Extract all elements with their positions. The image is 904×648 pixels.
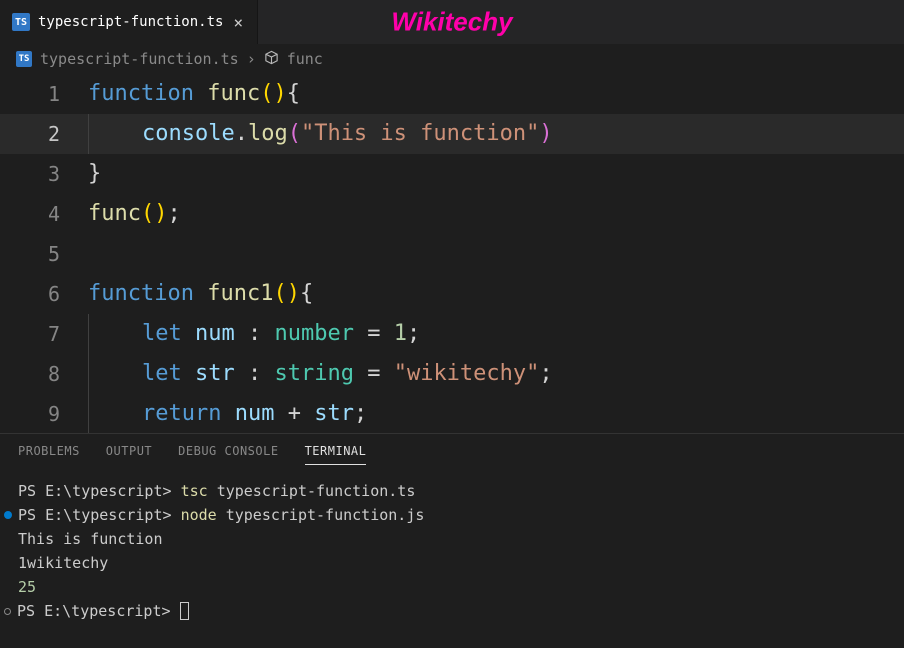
terminal-line: PS E:\typescript> tsc typescript-functio… — [18, 479, 886, 503]
terminal-line: 1wikitechy — [18, 551, 886, 575]
breadcrumb[interactable]: TS typescript-function.ts › func — [0, 44, 904, 74]
code-content: let str : string = "wikitechy"; — [88, 354, 553, 394]
code-editor[interactable]: 1function func(){2 console.log("This is … — [0, 74, 904, 434]
line-number: 6 — [0, 274, 88, 314]
code-line[interactable]: 7 let num : number = 1; — [0, 314, 904, 354]
code-line[interactable]: 5 — [0, 234, 904, 274]
typescript-icon: TS — [16, 51, 32, 67]
close-icon[interactable]: × — [231, 13, 245, 32]
status-dot — [4, 511, 12, 519]
panel-tab-debug-console[interactable]: DEBUG CONSOLE — [178, 444, 278, 465]
brand-watermark: Wikitechy — [391, 7, 512, 38]
symbol-icon — [264, 50, 279, 69]
code-content: return num + str; — [88, 394, 367, 434]
code-content: } — [88, 154, 101, 194]
terminal-output[interactable]: PS E:\typescript> tsc typescript-functio… — [0, 473, 904, 629]
line-number: 8 — [0, 354, 88, 394]
code-content: let num : number = 1; — [88, 314, 420, 354]
code-line[interactable]: 3} — [0, 154, 904, 194]
terminal-line: PS E:\typescript> — [18, 599, 886, 623]
terminal-line: 25 — [18, 575, 886, 599]
code-line[interactable]: 8 let str : string = "wikitechy"; — [0, 354, 904, 394]
code-content: function func(){ — [88, 74, 300, 114]
line-number: 2 — [0, 114, 88, 154]
tab-filename: typescript-function.ts — [38, 14, 223, 30]
status-dot — [4, 608, 11, 615]
chevron-right-icon: › — [247, 50, 256, 68]
panel-tabs: PROBLEMS OUTPUT DEBUG CONSOLE TERMINAL — [0, 434, 904, 473]
typescript-icon: TS — [12, 13, 30, 31]
code-content: console.log("This is function") — [88, 114, 553, 154]
line-number: 3 — [0, 154, 88, 194]
line-number: 9 — [0, 394, 88, 434]
panel-tab-terminal[interactable]: TERMINAL — [305, 444, 367, 465]
code-line[interactable]: 2 console.log("This is function") — [0, 114, 904, 154]
terminal-line: PS E:\typescript> node typescript-functi… — [18, 503, 886, 527]
tab-bar: TS typescript-function.ts × Wikitechy — [0, 0, 904, 44]
code-line[interactable]: 9 return num + str; — [0, 394, 904, 434]
bottom-panel: PROBLEMS OUTPUT DEBUG CONSOLE TERMINAL PS E… — [0, 433, 904, 648]
line-number: 4 — [0, 194, 88, 234]
breadcrumb-file: typescript-function.ts — [40, 50, 239, 68]
code-content: func(); — [88, 194, 181, 234]
line-number: 7 — [0, 314, 88, 354]
code-line[interactable]: 4func(); — [0, 194, 904, 234]
code-line[interactable]: 6function func1(){ — [0, 274, 904, 314]
terminal-cursor — [180, 602, 189, 620]
breadcrumb-symbol: func — [287, 50, 323, 68]
line-number: 5 — [0, 234, 88, 274]
code-line[interactable]: 1function func(){ — [0, 74, 904, 114]
panel-tab-output[interactable]: OUTPUT — [106, 444, 152, 465]
editor-tab[interactable]: TS typescript-function.ts × — [0, 0, 258, 44]
panel-tab-problems[interactable]: PROBLEMS — [18, 444, 80, 465]
line-number: 1 — [0, 74, 88, 114]
terminal-line: This is function — [18, 527, 886, 551]
code-content: function func1(){ — [88, 274, 313, 314]
